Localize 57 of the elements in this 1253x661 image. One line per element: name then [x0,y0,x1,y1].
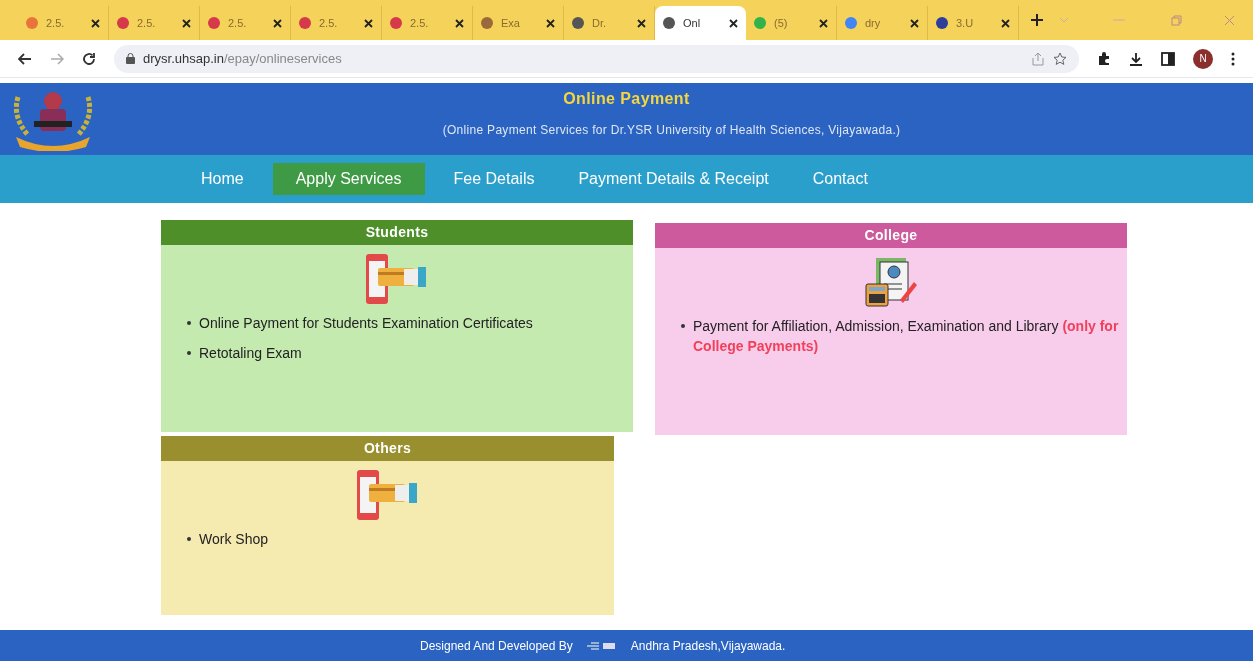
bullet [187,351,191,355]
close-icon[interactable] [455,18,464,28]
service-link[interactable]: Retotaling Exam [199,343,302,363]
bullet [187,537,191,541]
profile-avatar[interactable]: N [1193,48,1213,69]
download-icon[interactable] [1129,51,1143,66]
nav-link[interactable]: Contact [797,163,883,195]
bullet [681,324,685,328]
close-icon[interactable] [546,18,555,28]
browser-tab[interactable]: Onl [655,6,746,40]
page-subtitle: (Online Payment Services for Dr.YSR University of Health Sciences, Vijayawada.) [441,122,901,139]
service-link[interactable]: Online Payment for Students Examination Certificates [199,313,533,333]
close-icon[interactable] [819,18,828,28]
new-tab-icon[interactable] [1031,14,1043,26]
footer-text: Designed And Developed By [420,637,573,655]
close-icon[interactable] [364,18,373,28]
menu-icon[interactable] [1231,51,1235,66]
service-link[interactable]: Work Shop [199,529,268,549]
back-icon[interactable] [18,51,32,66]
close-icon[interactable] [182,18,191,28]
page-title: Online Payment [563,89,690,109]
card-header: Students [161,220,633,245]
close-icon[interactable] [637,18,646,28]
tab-title: dry [865,15,882,31]
close-icon[interactable] [910,18,919,28]
url-text: drysr.uhsap.in/epay/onlineservices [143,49,342,68]
footer-location: Andhra Pradesh,Vijayawada. [630,637,786,655]
tab-title: Dr. [592,15,608,31]
tab-title: 2.5. [410,15,430,31]
extensions-icon[interactable] [1097,51,1111,66]
tab-title: 2.5. [228,15,248,31]
developer-logo-icon [586,641,617,650]
tab-title: 2.5. [137,15,157,31]
nav-link[interactable]: Fee Details [438,163,550,195]
tab-title: 2.5. [46,15,66,31]
tab-title: 2.5. [319,15,339,31]
side-panel-icon[interactable] [1161,51,1175,66]
nav-link[interactable]: Apply Services [272,163,425,195]
tab-title: Exa [501,15,521,31]
address-bar[interactable]: drysr.uhsap.in/epay/onlineservices [114,44,1079,73]
card-header: Others [161,436,614,461]
close-icon[interactable] [91,18,100,28]
tab-title: 3.U [956,15,975,31]
bullet [187,321,191,325]
service-link[interactable]: Payment for Affiliation, Admission, Examination and Library (only for College Payments) [693,316,1119,356]
nav-link[interactable]: Home [186,163,259,195]
card-header: College [655,223,1127,248]
tab-title: (5) [774,15,789,31]
close-icon[interactable] [273,18,282,28]
tab-title: Onl [683,15,702,31]
document-calculator-icon [864,256,918,308]
nav-link[interactable]: Payment Details & Receipt [563,163,784,195]
close-icon[interactable] [729,18,738,28]
lock-icon [126,53,135,64]
reload-icon[interactable] [82,51,96,66]
star-icon[interactable] [1053,51,1067,66]
close-icon[interactable] [1001,18,1010,28]
